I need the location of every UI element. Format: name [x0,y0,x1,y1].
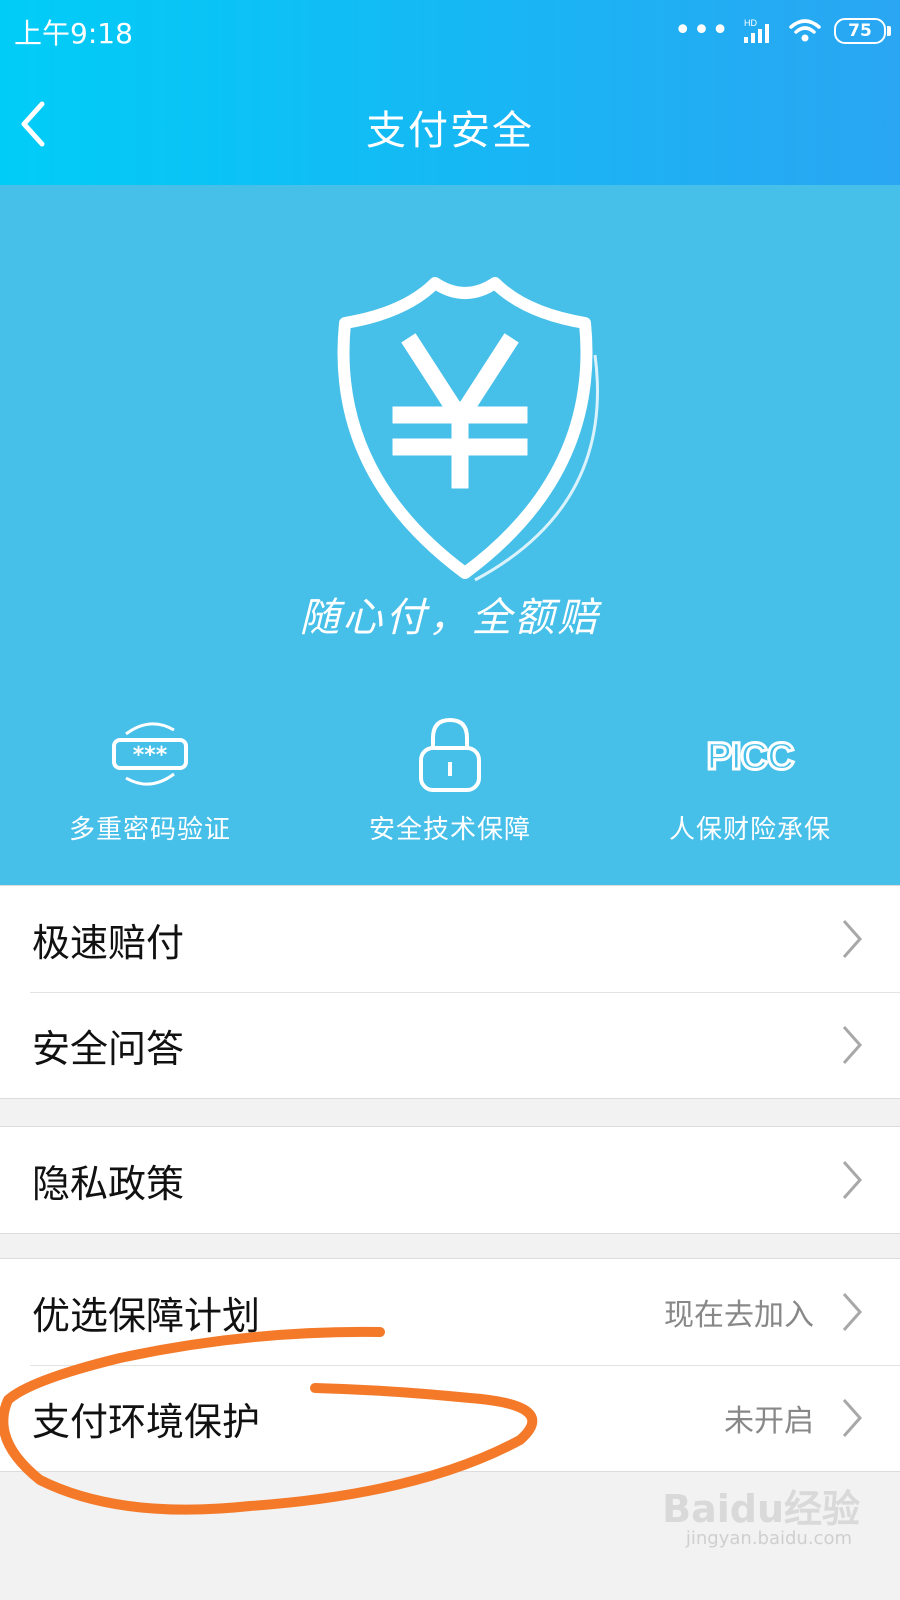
banner-slogan: 随心付，全额赔 [299,595,601,641]
list-item-label: 极速赔付 [32,920,185,965]
list-group-1: 极速赔付 安全问答 [0,885,900,1099]
list-item-label: 优选保障计划 [32,1293,261,1338]
list-item-environment-protection[interactable]: 支付环境保护 未开启 [0,1365,900,1471]
feature-list: *** 多重密码验证 安全技术保障 PICC 人保财险承保 [0,713,900,846]
feature-label: 多重密码验证 [68,815,231,845]
feature-password: *** 多重密码验证 [0,713,300,846]
list-item-security-qa[interactable]: 安全问答 [0,992,900,1098]
feature-tech: 安全技术保障 [300,713,600,846]
more-dots-icon: ••• [673,13,730,48]
feature-label: 人保财险承保 [668,815,831,845]
list-item-label: 安全问答 [32,1026,185,1071]
list-item-protection-plan[interactable]: 优选保障计划 现在去加入 [0,1259,900,1365]
status-icons: ••• HD 75 [673,13,891,48]
network-label: HD [744,18,757,28]
battery-icon: 75 [834,18,891,44]
wifi-icon [789,19,821,42]
picc-logo: PICC [705,735,796,780]
svg-text:***: *** [133,743,168,768]
chevron-right-icon [842,1161,863,1199]
lock-icon [419,717,481,792]
security-banner: 随心付，全额赔 *** 多重密码验证 安全技术保障 PICC 人保财险承保 [0,185,900,885]
page-title: 支付安全 [366,108,534,154]
list-item-label: 支付环境保护 [32,1399,261,1444]
chevron-right-icon [842,1399,863,1437]
chevron-right-icon [842,1293,863,1331]
shield-yuan-icon [337,277,599,582]
list-group-3: 优选保障计划 现在去加入 支付环境保护 未开启 [0,1258,900,1472]
list-item-value: 现在去加入 [664,1298,814,1333]
chevron-right-icon [842,920,863,958]
list-item-value: 未开启 [724,1404,814,1439]
password-icon: *** [112,722,188,786]
feature-label: 安全技术保障 [368,815,531,845]
signal-icon: HD [744,18,769,43]
battery-level: 75 [848,21,872,41]
header-bar: 上午9:18 ••• HD 75 支付安全 [0,0,900,185]
feature-picc: PICC 人保财险承保 [600,713,900,846]
status-time: 上午9:18 [14,17,133,50]
list-item-fast-claim[interactable]: 极速赔付 [0,886,900,992]
watermark-url: jingyan.baidu.com [685,1528,852,1549]
watermark-logo: Baidu经验 [662,1487,860,1531]
list-item-privacy[interactable]: 隐私政策 [0,1127,900,1233]
chevron-right-icon [842,1026,863,1064]
list-item-label: 隐私政策 [32,1161,185,1206]
svg-text:PICC: PICC [707,736,794,778]
list-group-2: 隐私政策 [0,1126,900,1234]
